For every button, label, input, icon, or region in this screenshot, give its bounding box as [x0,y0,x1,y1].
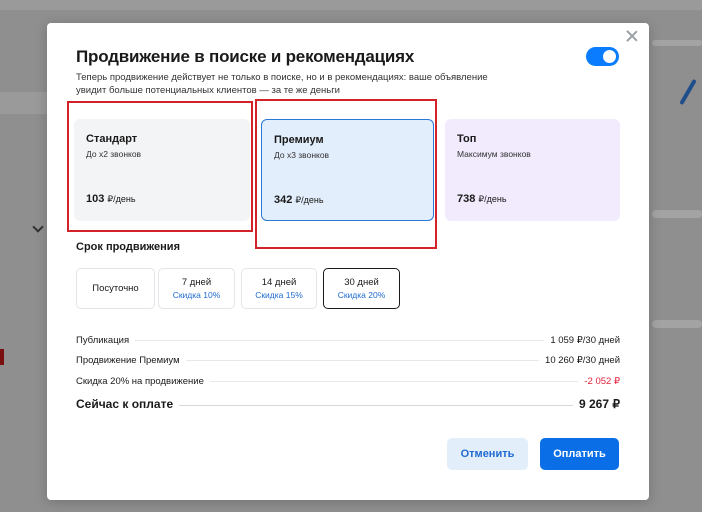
duration-discount: Скидка 15% [255,290,303,300]
plan-description: До x3 звонков [274,150,330,160]
summary-row-discount: Скидка 20% на продвижение -2 052 ₽ [76,376,620,387]
summary-divider [179,405,573,406]
plan-card-top[interactable]: Топ Максимум звонков 738 ₽/день [445,119,620,221]
duration-option-7-days[interactable]: 7 дней Скидка 10% [158,268,235,309]
background-card [652,210,702,218]
plan-price-value: 342 [274,194,293,206]
summary-divider [135,340,545,341]
plan-description: До x2 звонков [86,149,142,159]
background-accent-shape [679,78,697,106]
background-strip [0,92,47,114]
duration-label: 14 дней [261,277,297,288]
plan-name: Топ [457,133,477,145]
summary-row-publication: Публикация 1 059 ₽/30 дней [76,335,620,346]
summary-value: 1 059 ₽/30 дней [550,335,620,346]
plan-price: 342 ₽/день [274,194,324,206]
plan-name: Стандарт [86,133,138,145]
plan-name: Премиум [274,134,324,146]
plan-card-standard[interactable]: Стандарт До x2 звонков 103 ₽/день [74,119,250,221]
duration-label: 30 дней [344,277,379,288]
plan-card-premium[interactable]: Премиум До x3 звонков 342 ₽/день [261,119,434,221]
plan-price: 738 ₽/день [457,193,507,205]
cancel-button[interactable]: Отменить [447,438,528,470]
summary-total-label: Сейчас к оплате [76,397,174,411]
summary-row-total: Сейчас к оплате 9 267 ₽ [76,397,620,411]
plan-price-unit: ₽/день [295,195,324,205]
modal-subtitle: Теперь продвижение действует не только в… [76,72,488,96]
summary-value: -2 052 ₽ [584,376,620,387]
plan-description: Максимум звонков [457,149,531,159]
plan-price-value: 103 [86,193,105,205]
duration-label: 7 дней [181,277,212,288]
summary-label: Публикация [76,335,130,346]
background-card [652,40,702,46]
summary-value: 10 260 ₽/30 дней [545,355,620,366]
plan-price-value: 738 [457,193,476,205]
background-card [652,320,702,328]
modal-title: Продвижение в поиске и рекомендациях [76,47,415,66]
duration-discount: Скидка 10% [172,290,221,300]
duration-option-30-days[interactable]: 30 дней Скидка 20% [323,268,400,309]
plan-price-unit: ₽/день [478,194,507,204]
summary-label: Продвижение Премиум [76,355,180,366]
summary-divider [209,381,579,382]
background-badge [0,349,4,365]
summary-label: Скидка 20% на продвижение [76,376,204,387]
duration-title: Срок продвижения [76,241,180,253]
duration-option-14-days[interactable]: 14 дней Скидка 15% [241,268,317,309]
summary-total-value: 9 267 ₽ [579,397,620,411]
pay-button[interactable]: Оплатить [540,438,619,470]
background-top-bar [0,0,702,10]
duration-option-daily[interactable]: Посуточно [76,268,155,309]
summary-divider [185,360,540,361]
promotion-modal: Продвижение в поиске и рекомендациях Теп… [47,23,649,500]
toggle-knob [603,50,616,63]
chevron-down-icon [32,221,44,233]
summary-row-promotion: Продвижение Премиум 10 260 ₽/30 дней [76,355,620,366]
promotion-toggle[interactable] [586,47,619,66]
plan-price-unit: ₽/день [107,194,136,204]
close-icon[interactable] [625,29,639,43]
duration-label: Посуточно [92,283,139,294]
plan-price: 103 ₽/день [86,193,136,205]
duration-discount: Скидка 20% [337,290,386,300]
